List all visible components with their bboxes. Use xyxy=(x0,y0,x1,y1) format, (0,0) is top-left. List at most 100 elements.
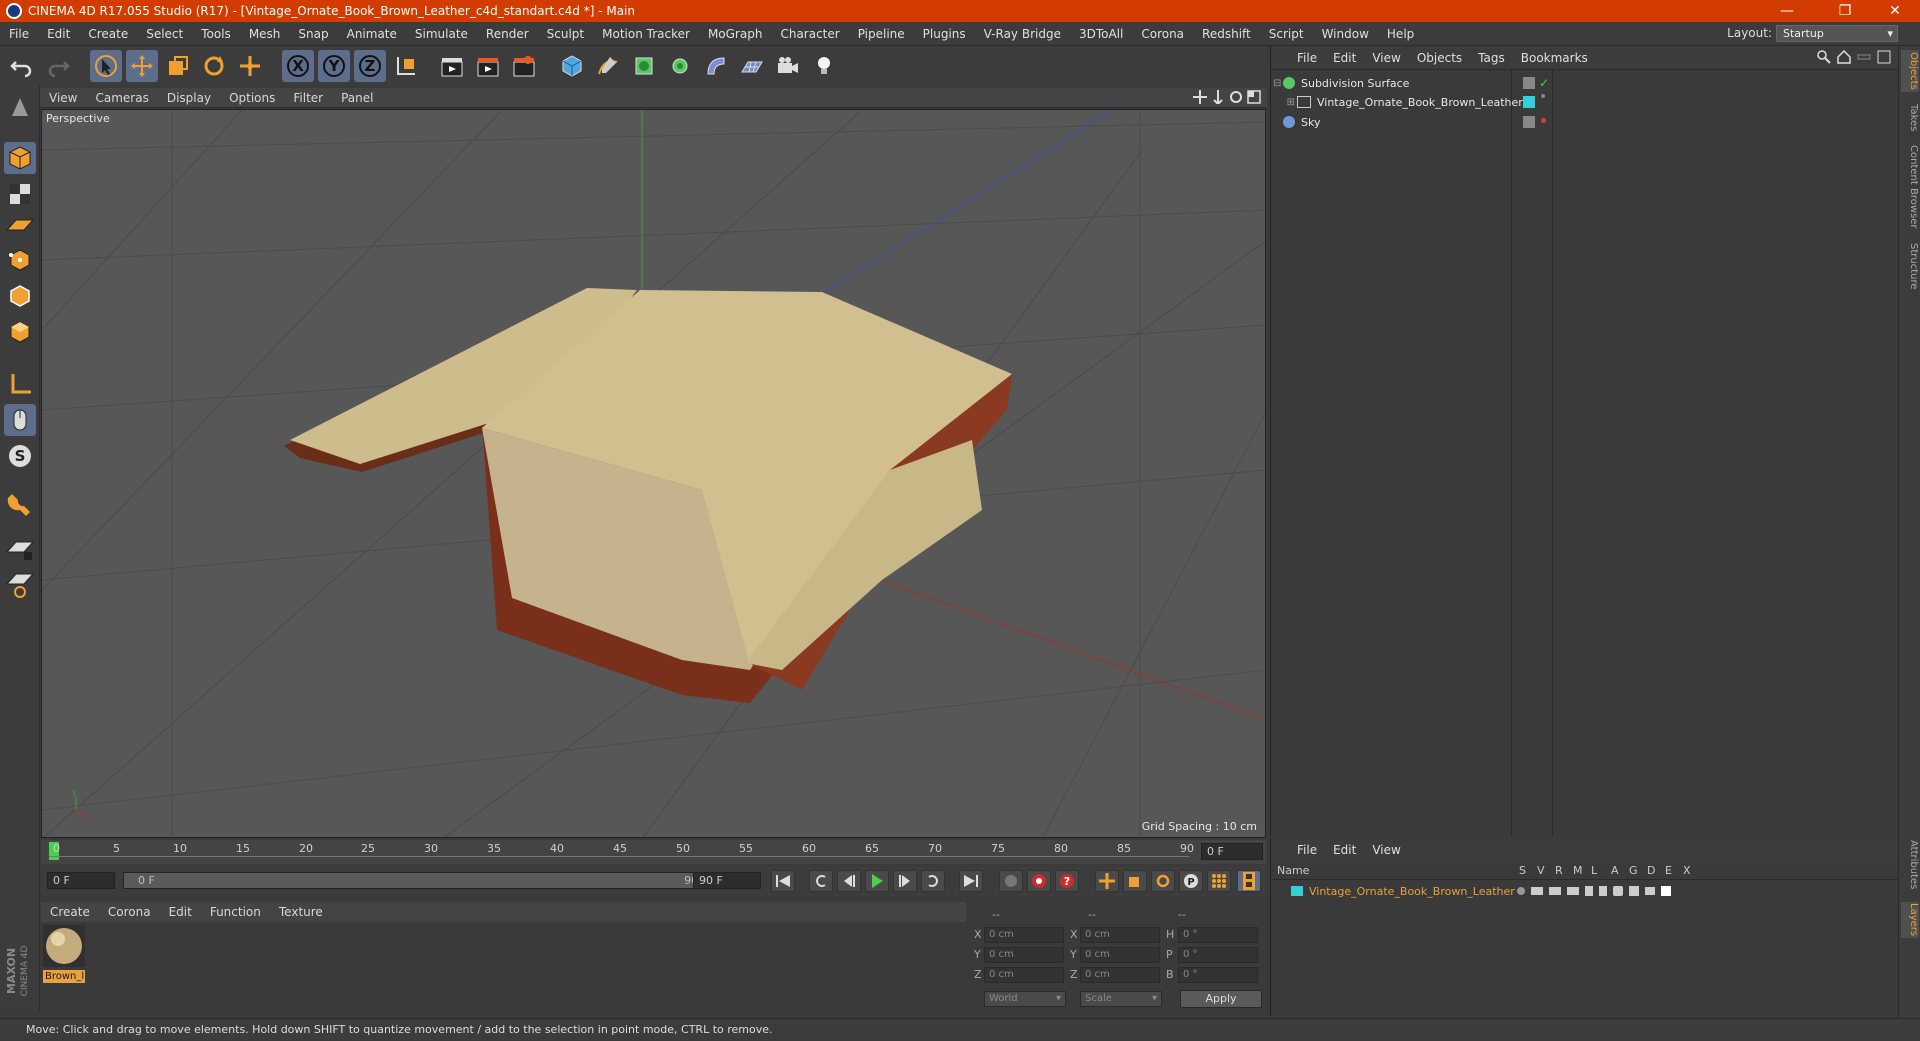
viewport-menu-view[interactable]: View xyxy=(40,91,86,105)
menu-3dtoall[interactable]: 3DToAll xyxy=(1070,27,1132,41)
viewport-menu-filter[interactable]: Filter xyxy=(284,91,332,105)
rotate-view-icon[interactable] xyxy=(1229,90,1243,104)
size-z-field[interactable]: 0 cm xyxy=(1080,967,1160,983)
menu-edit[interactable]: Edit xyxy=(38,27,79,41)
visibility-dot-icon[interactable] xyxy=(1541,94,1545,98)
material-menu-edit[interactable]: Edit xyxy=(160,905,201,919)
autokeying-button[interactable] xyxy=(1027,870,1051,892)
search-icon[interactable] xyxy=(1817,50,1831,64)
tree-collapse-icon[interactable]: ⊟ xyxy=(1273,78,1283,89)
lock-x-axis-button[interactable]: X xyxy=(282,50,314,82)
book-model[interactable] xyxy=(284,288,1012,703)
layer-color-tag[interactable] xyxy=(1523,96,1535,108)
menu-animate[interactable]: Animate xyxy=(338,27,406,41)
layer-color-swatch[interactable] xyxy=(1291,886,1303,896)
menu-file[interactable]: File xyxy=(0,27,38,41)
previous-key-button[interactable] xyxy=(809,870,833,892)
position-z-field[interactable]: 0 cm xyxy=(984,967,1064,983)
column-view[interactable]: V xyxy=(1537,864,1545,877)
axis-mode-button[interactable] xyxy=(4,368,36,400)
menu-plugins[interactable]: Plugins xyxy=(914,27,975,41)
editor-render-toggle-icon[interactable] xyxy=(1523,77,1535,89)
material-menu-function[interactable]: Function xyxy=(201,905,270,919)
lock-y-axis-button[interactable]: Y xyxy=(318,50,350,82)
pan-view-icon[interactable] xyxy=(1193,90,1207,104)
transform-tool[interactable] xyxy=(234,50,266,82)
rotation-b-field[interactable]: 0 ° xyxy=(1178,967,1258,983)
cloner-button[interactable] xyxy=(664,50,696,82)
material-menu-corona[interactable]: Corona xyxy=(99,905,160,919)
play-button[interactable] xyxy=(865,870,889,892)
rotation-h-field[interactable]: 0 ° xyxy=(1178,927,1258,943)
viewport-menu-cameras[interactable]: Cameras xyxy=(86,91,157,105)
menu-pipeline[interactable]: Pipeline xyxy=(849,27,914,41)
coordinate-system-button[interactable] xyxy=(390,50,422,82)
viewport-menu-panel[interactable]: Panel xyxy=(332,91,382,105)
snap-button[interactable]: S xyxy=(4,440,36,472)
viewport-camera-label[interactable]: Perspective xyxy=(46,112,110,125)
timeline-ruler[interactable]: 0 5 10 15 20 25 30 35 40 45 50 55 60 65 … xyxy=(41,840,1266,864)
objects-menu-tags[interactable]: Tags xyxy=(1470,51,1513,65)
next-frame-button[interactable] xyxy=(893,870,917,892)
floor-button[interactable] xyxy=(736,50,768,82)
object-row[interactable]: ⊟ Subdivision Surface ✓ xyxy=(1273,73,1899,93)
menu-select[interactable]: Select xyxy=(137,27,192,41)
previous-frame-button[interactable] xyxy=(837,870,861,892)
column-solo[interactable]: S xyxy=(1519,864,1526,877)
model-mode-button[interactable] xyxy=(4,142,36,174)
lock-icon[interactable] xyxy=(1585,886,1593,896)
column-manager[interactable]: M xyxy=(1573,864,1583,877)
menu-corona[interactable]: Corona xyxy=(1132,27,1193,41)
move-tool[interactable] xyxy=(126,50,158,82)
undo-button[interactable] xyxy=(6,50,38,82)
cube-object-button[interactable] xyxy=(556,50,588,82)
perspective-viewport[interactable]: yx Perspective Grid Spacing : 10 cm xyxy=(41,109,1266,838)
go-to-start-button[interactable] xyxy=(771,870,795,892)
keyframe-selection-button[interactable]: ? xyxy=(1055,870,1079,892)
menu-window[interactable]: Window xyxy=(1313,27,1378,41)
live-selection-tool[interactable] xyxy=(90,50,122,82)
expression-icon[interactable] xyxy=(1645,887,1655,895)
collapse-icon[interactable] xyxy=(1857,50,1871,64)
material-menu-texture[interactable]: Texture xyxy=(270,905,332,919)
tab-content-browser[interactable]: Content Browser xyxy=(1901,142,1919,232)
tweak-mode-button[interactable] xyxy=(4,404,36,436)
column-deformers[interactable]: D xyxy=(1647,864,1655,877)
edges-mode-button[interactable] xyxy=(4,280,36,312)
rotate-tool[interactable] xyxy=(198,50,230,82)
column-animation[interactable]: A xyxy=(1611,864,1619,877)
material-menu-create[interactable]: Create xyxy=(41,905,99,919)
menu-tools[interactable]: Tools xyxy=(192,27,240,41)
camera-button[interactable] xyxy=(772,50,804,82)
enabled-check-icon[interactable]: ✓ xyxy=(1539,76,1549,90)
material-swatch[interactable]: Brown_l xyxy=(43,925,85,983)
tab-objects[interactable]: Objects xyxy=(1901,50,1919,92)
layers-menu-view[interactable]: View xyxy=(1364,843,1408,857)
objects-menu-edit[interactable]: Edit xyxy=(1325,51,1364,65)
coordinate-space-select[interactable]: World ▾ xyxy=(984,991,1066,1007)
objects-menu-file[interactable]: File xyxy=(1289,51,1325,65)
animation-film-icon[interactable] xyxy=(1599,886,1607,896)
magnet-button[interactable] xyxy=(4,486,36,518)
size-x-field[interactable]: 0 cm xyxy=(1080,927,1160,943)
column-expressions[interactable]: E xyxy=(1665,864,1672,877)
column-xref[interactable]: X xyxy=(1683,864,1691,877)
go-to-end-button[interactable] xyxy=(959,870,983,892)
expand-panel-icon[interactable] xyxy=(1877,50,1891,64)
menu-mesh[interactable]: Mesh xyxy=(240,27,290,41)
objects-menu-bookmarks[interactable]: Bookmarks xyxy=(1513,51,1596,65)
menu-render[interactable]: Render xyxy=(477,27,538,41)
menu-character[interactable]: Character xyxy=(771,27,848,41)
render-settings-button[interactable] xyxy=(508,50,540,82)
column-name[interactable]: Name xyxy=(1277,864,1309,877)
polygons-mode-button[interactable] xyxy=(4,316,36,348)
apply-button[interactable]: Apply xyxy=(1180,990,1262,1008)
object-row[interactable]: ⊞ Vintage_Ornate_Book_Brown_Leather xyxy=(1273,92,1899,112)
light-button[interactable] xyxy=(808,50,840,82)
menu-simulate[interactable]: Simulate xyxy=(406,27,477,41)
tab-takes[interactable]: Takes xyxy=(1901,102,1919,134)
workplane-mode-button[interactable] xyxy=(4,208,36,240)
column-render[interactable]: R xyxy=(1555,864,1563,877)
next-key-button[interactable] xyxy=(921,870,945,892)
column-generators[interactable]: G xyxy=(1629,864,1638,877)
